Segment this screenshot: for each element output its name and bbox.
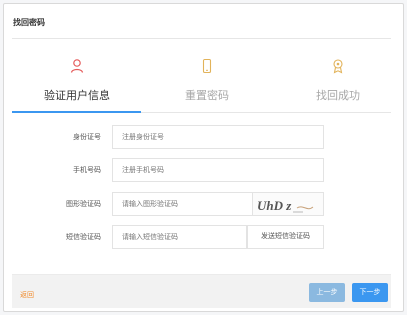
step-indicator: 验证用户信息 重置密码 找回成功	[12, 54, 391, 114]
step-label: 找回成功	[316, 90, 360, 102]
send-sms-button[interactable]: 发送短信验证码	[247, 225, 324, 249]
back-link[interactable]: 返回	[20, 290, 34, 300]
steps-active-indicator	[12, 111, 141, 113]
medal-icon	[330, 58, 346, 79]
step-success: 找回成功	[273, 54, 403, 114]
prev-step-button[interactable]: 上一步	[309, 283, 345, 302]
phone-input[interactable]	[112, 158, 324, 182]
captcha-image[interactable]: UhD z	[253, 192, 324, 216]
dialog-footer: 返回 上一步 下一步	[12, 274, 391, 308]
step-verify-user: 验证用户信息	[12, 54, 142, 114]
captcha-text: UhD z	[257, 198, 292, 213]
captcha-label: 图形验证码	[66, 201, 101, 208]
phone-label: 手机号码	[73, 167, 101, 174]
dialog-title: 找回密码	[13, 18, 45, 27]
find-password-dialog: 找回密码 验证用户信息 重置密码 找回成功 身份证号 注册身份证号 手机号码 注…	[3, 3, 404, 312]
step-reset-password: 重置密码	[142, 54, 272, 114]
step-label: 验证用户信息	[44, 90, 110, 102]
step-label: 重置密码	[185, 90, 229, 102]
title-divider	[12, 38, 391, 39]
captcha-input[interactable]	[112, 192, 253, 216]
id-card-label: 身份证号	[73, 134, 101, 141]
id-card-input[interactable]	[112, 125, 324, 149]
sms-input[interactable]	[112, 225, 247, 249]
phone-icon	[199, 58, 215, 79]
sms-label: 短信验证码	[66, 234, 101, 241]
next-step-button[interactable]: 下一步	[352, 283, 388, 302]
user-icon	[69, 58, 85, 79]
